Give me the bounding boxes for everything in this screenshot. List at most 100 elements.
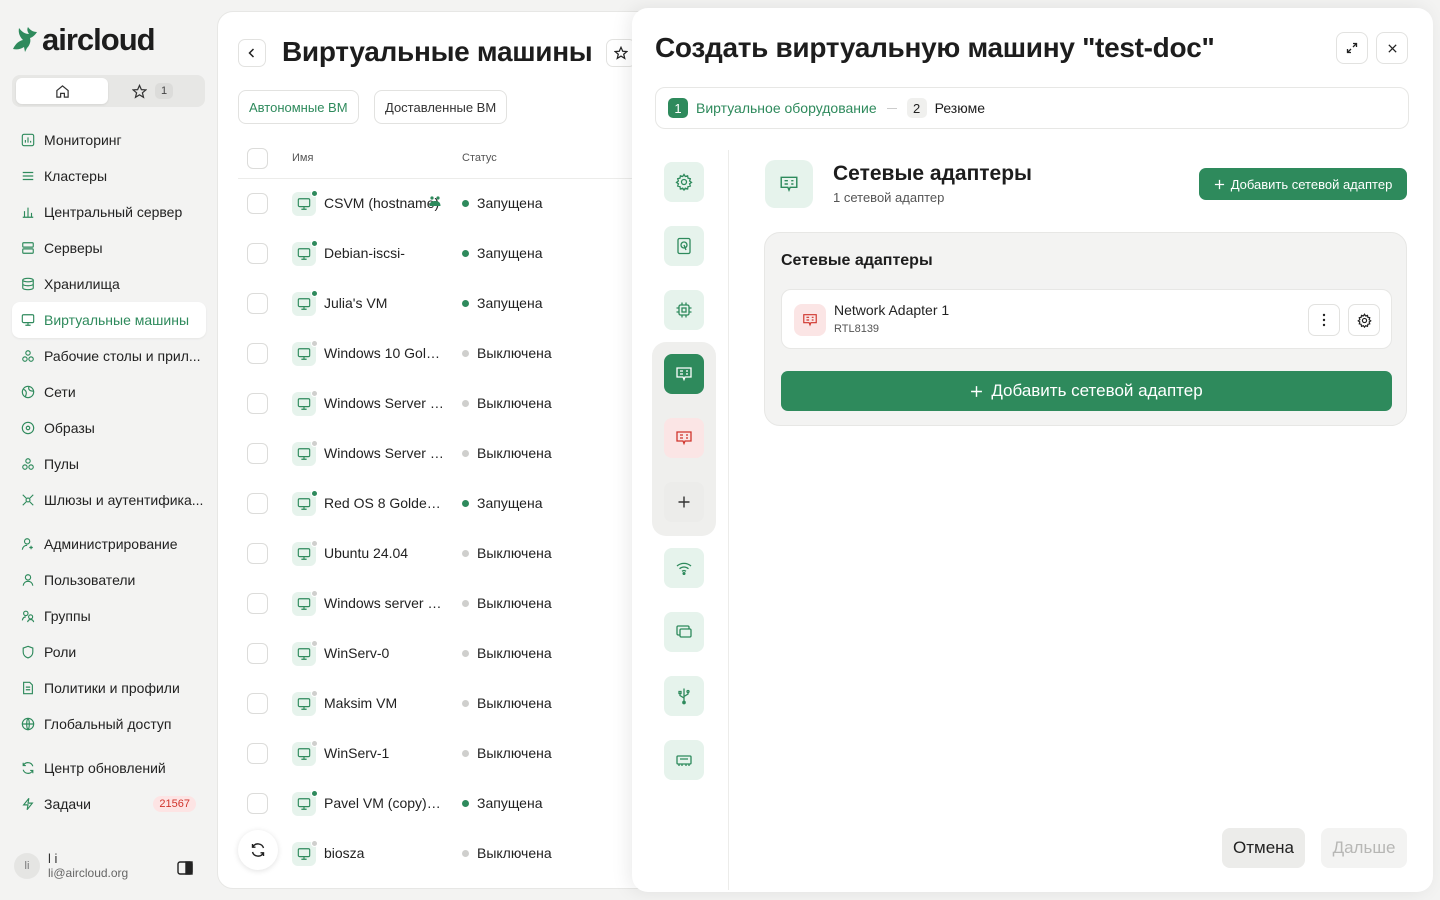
vm-name[interactable]: Debian-iscsi- [324,245,444,261]
sidebar-item-images[interactable]: Образы [12,410,206,446]
adapter-more-button[interactable] [1308,304,1340,336]
select-all-checkbox[interactable] [247,148,268,169]
vm-name[interactable]: WinServ-1 [324,745,444,761]
sidebar-item-virtual-machines[interactable]: Виртуальные машины [12,302,206,338]
back-button[interactable] [238,39,266,67]
sidebar-item-networks[interactable]: Сети [12,374,206,410]
vm-name[interactable]: Windows Server 2019 [324,445,444,461]
sidebar-item-groups[interactable]: Группы [12,598,206,634]
rail-network-adapters-button[interactable] [664,354,704,394]
column-header-name[interactable]: Имя [292,152,313,164]
table-row[interactable]: Windows Server 2022 Выключена [218,379,656,429]
rail-network-adapter-1-button[interactable] [664,418,704,458]
sidebar-item-gateways[interactable]: Шлюзы и аутентифика... [12,482,206,518]
table-row[interactable]: CSVM (hostname) Запущена [218,179,656,229]
column-header-status[interactable]: Статус [462,152,497,164]
row-checkbox[interactable] [247,393,268,414]
rail-cpu-button[interactable] [664,290,704,330]
logo[interactable]: aircloud [10,22,156,58]
refresh-button[interactable] [238,830,278,870]
table-row[interactable]: Julia's VM Запущена [218,279,656,329]
row-checkbox[interactable] [247,243,268,264]
tab-standalone-vms[interactable]: Автономные ВМ [238,90,359,124]
vm-name[interactable]: Pavel VM (copy) de [324,795,444,811]
vm-name[interactable]: Maksim VM [324,695,444,711]
user-profile[interactable]: li l i li@aircloud.org [14,852,128,880]
sidebar-item-servers[interactable]: Серверы [12,230,206,266]
sidebar-toggle-button[interactable] [177,861,193,875]
sidebar-item-central-server[interactable]: Центральный сервер [12,194,206,230]
vm-name[interactable]: WinServ-0 [324,645,444,661]
rail-usb-button[interactable] [664,676,704,716]
adapter-model: RTL8139 [834,323,880,335]
rail-wireless-button[interactable] [664,548,704,588]
step-hardware[interactable]: Виртуальное оборудование [696,100,877,116]
table-row[interactable]: WinServ-1 Выключена [218,729,656,779]
sidebar-item-roles[interactable]: Роли [12,634,206,670]
sidebar-item-administration[interactable]: Администрирование [12,526,206,562]
vm-name[interactable]: Julia's VM [324,295,444,311]
vm-icon [292,190,318,216]
sidebar-item-policies[interactable]: Политики и профили [12,670,206,706]
sidebar-item-label: Виртуальные машины [44,312,190,328]
row-checkbox[interactable] [247,693,268,714]
cancel-button[interactable]: Отмена [1222,828,1305,868]
sidebar-item-tasks[interactable]: Задачи 21567 [12,786,206,822]
sidebar-item-pools[interactable]: Пулы [12,446,206,482]
rail-memory-button[interactable] [664,740,704,780]
row-checkbox[interactable] [247,593,268,614]
rail-display-button[interactable] [664,612,704,652]
sidebar-item-global-access[interactable]: Глобальный доступ [12,706,206,742]
table-row[interactable]: Ubuntu 24.04 Выключена [218,529,656,579]
rail-settings-button[interactable] [664,162,704,202]
table-row[interactable]: Pavel VM (copy) de Запущена [218,779,656,829]
row-checkbox[interactable] [247,643,268,664]
table-row[interactable]: Debian-iscsi- Запущена [218,229,656,279]
vm-name[interactable]: Windows server first [324,595,444,611]
rail-add-button[interactable] [664,482,704,522]
row-checkbox[interactable] [247,793,268,814]
row-checkbox[interactable] [247,493,268,514]
vm-name[interactable]: Red OS 8 Golden Image [324,495,444,511]
network-adapter-item[interactable]: Network Adapter 1 RTL8139 [781,289,1392,349]
vm-name[interactable]: Ubuntu 24.04 [324,545,444,561]
home-tab[interactable] [16,78,108,104]
add-network-adapter-big-button[interactable]: Добавить сетевой адаптер [781,371,1392,411]
sidebar-item-monitoring[interactable]: Мониторинг [12,122,206,158]
next-button[interactable]: Дальше [1321,828,1407,868]
table-row[interactable]: Maksim VM Выключена [218,679,656,729]
sidebar-item-update-center[interactable]: Центр обновлений [12,750,206,786]
row-checkbox[interactable] [247,193,268,214]
table-row[interactable]: WinServ-0 Выключена [218,629,656,679]
table-row[interactable]: Windows server first Выключена [218,579,656,629]
expand-button[interactable] [1336,32,1368,64]
vm-status: Выключена [462,345,552,361]
vm-name[interactable]: Windows Server 2022 [324,395,444,411]
sidebar-item-clusters[interactable]: Кластеры [12,158,206,194]
table-row[interactable]: Windows 10 Golden Выключена [218,329,656,379]
table-row[interactable]: Windows Server 2019 Выключена [218,429,656,479]
status-dot [462,649,469,657]
rail-disk-button[interactable] [664,226,704,266]
vm-name[interactable]: biosza [324,845,444,861]
table-row[interactable]: Red OS 8 Golden Image Запущена [218,479,656,529]
tab-delivered-vms[interactable]: Доставленные ВМ [374,90,508,124]
vm-state-dot [311,440,318,447]
step-summary[interactable]: Резюме [935,100,985,116]
add-network-adapter-button[interactable]: Добавить сетевой адаптер [1199,168,1407,200]
sidebar-item-users[interactable]: Пользователи [12,562,206,598]
close-button[interactable] [1376,32,1408,64]
row-checkbox[interactable] [247,543,268,564]
adapter-settings-button[interactable] [1348,304,1380,336]
vm-icon [292,540,318,566]
vm-name[interactable]: Windows 10 Golden [324,345,444,361]
sidebar-item-desktops[interactable]: Рабочие столы и прил... [12,338,206,374]
row-checkbox[interactable] [247,293,268,314]
table-row[interactable]: biosza Выключена [218,829,656,879]
row-checkbox[interactable] [247,743,268,764]
row-checkbox[interactable] [247,443,268,464]
row-checkbox[interactable] [247,343,268,364]
vm-name[interactable]: CSVM (hostname) [324,195,444,211]
favorites-tab[interactable]: 1 [132,78,174,104]
sidebar-item-storage[interactable]: Хранилища [12,266,206,302]
